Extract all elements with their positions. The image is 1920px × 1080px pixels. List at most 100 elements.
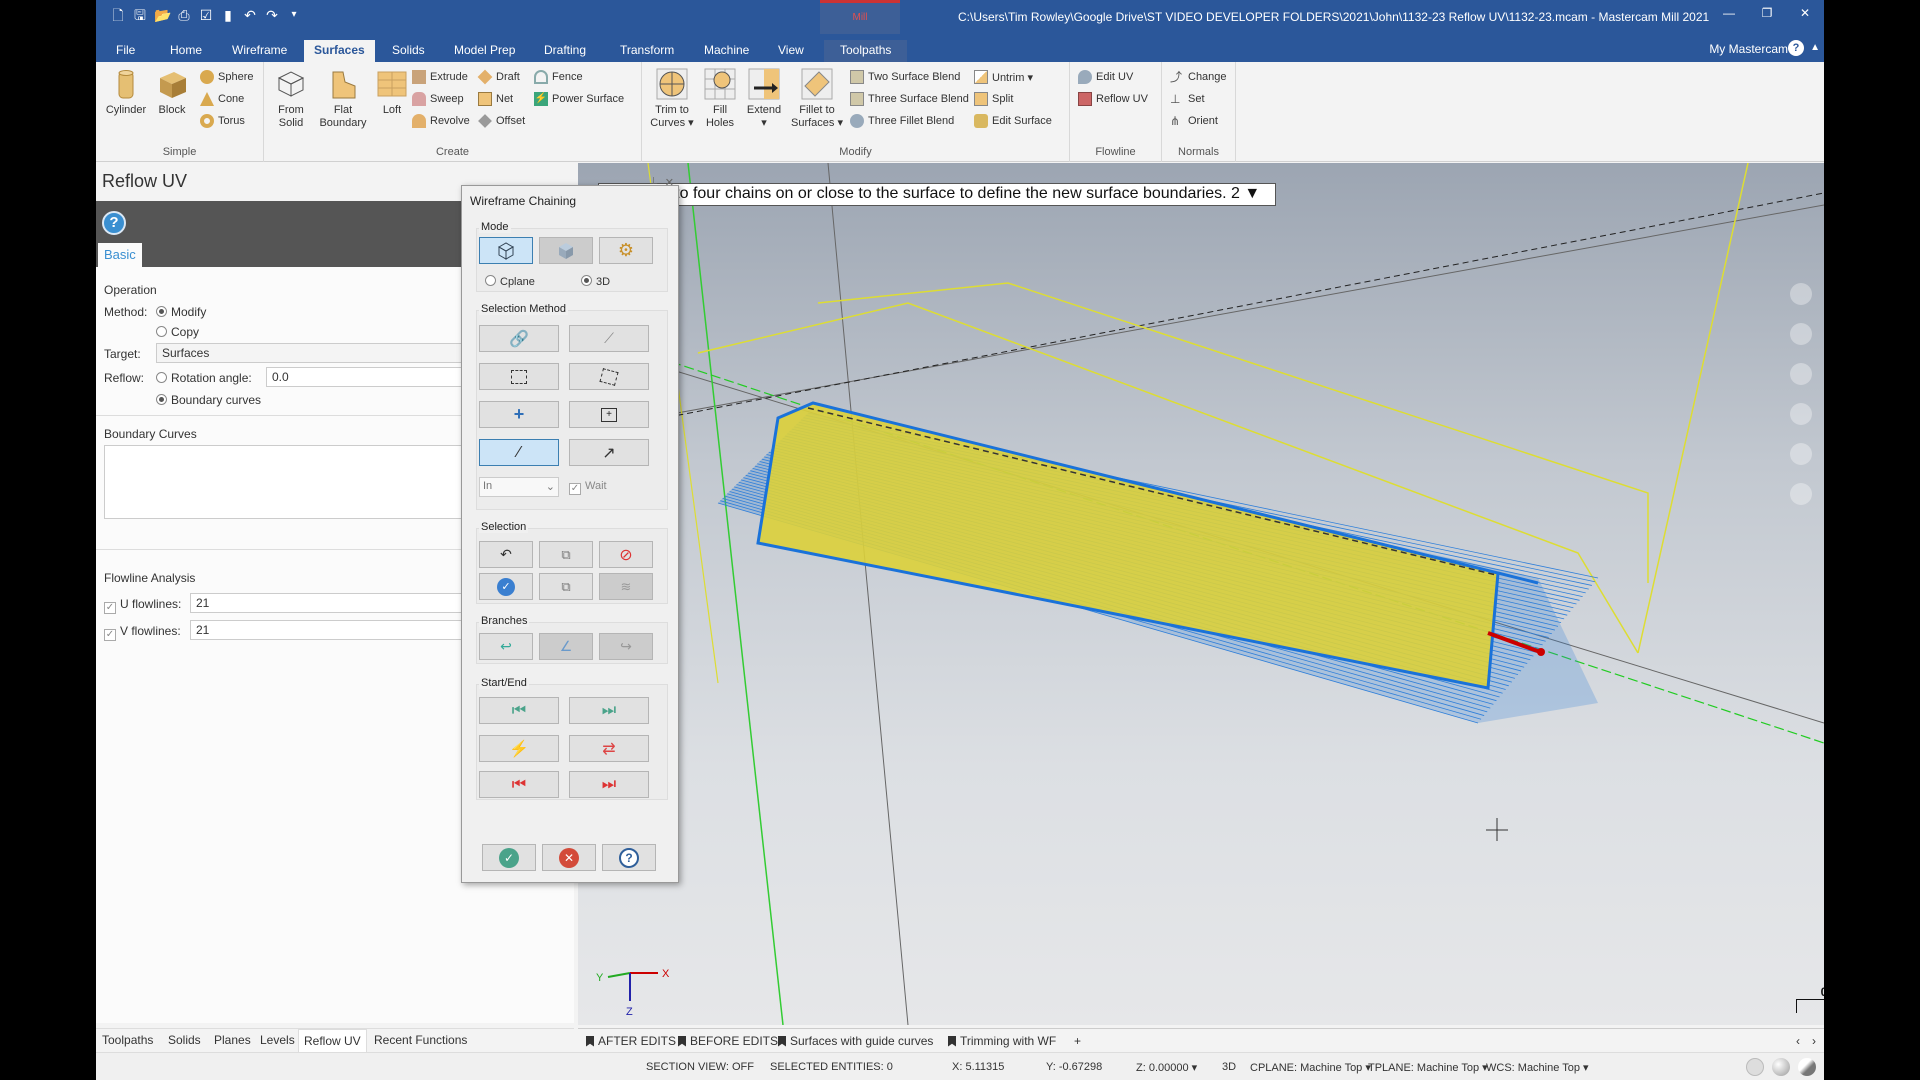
mode-solid-button[interactable] (539, 237, 593, 264)
panel-help-icon[interactable]: ? (102, 211, 126, 235)
3d-mode-toggle[interactable]: 3D (1222, 1061, 1236, 1073)
mode-wireframe-button[interactable] (479, 237, 533, 264)
branch-forward-button[interactable]: ↪ (599, 633, 653, 660)
fit-icon[interactable] (1790, 323, 1812, 345)
revolve-button[interactable]: Revolve (412, 112, 470, 130)
tab-basic[interactable]: Basic (98, 243, 142, 267)
sphere-button[interactable]: Sphere (200, 68, 253, 86)
save-icon[interactable]: 🖫 (132, 7, 148, 23)
fence-button[interactable]: Fence (534, 68, 583, 86)
wait-checkbox[interactable]: ✓ Wait (569, 480, 607, 495)
end-back-button[interactable]: ⏮ (479, 771, 559, 798)
tab-file[interactable]: File (106, 40, 145, 62)
tab-solids[interactable]: Solids (382, 40, 435, 62)
edit-surface-button[interactable]: Edit Surface (974, 112, 1052, 130)
help-icon[interactable]: ? (1788, 40, 1804, 56)
cancel-button[interactable]: ✕ (542, 844, 596, 871)
extend-button[interactable]: Extend ▾ (742, 68, 786, 130)
torus-button[interactable]: Torus (200, 112, 245, 130)
pin-icon[interactable]: ⊥ (649, 176, 658, 187)
extrude-button[interactable]: Extrude (412, 68, 468, 86)
tab-view[interactable]: View (768, 40, 814, 62)
select-last-button[interactable]: ⧉ (539, 573, 593, 600)
graphics-viewport[interactable]: /* placeholder */ X Y Z (578, 163, 1824, 1025)
tab-levels-manager[interactable]: Levels (260, 1033, 295, 1047)
chain-button[interactable]: 🔗 (479, 325, 559, 352)
reset-button[interactable]: ⊘ (599, 541, 653, 568)
two-surface-blend-button[interactable]: Two Surface Blend (850, 68, 960, 86)
z-depth-dropdown[interactable]: Z: 0.00000 ▾ (1136, 1061, 1197, 1074)
tab-transform[interactable]: Transform (610, 40, 684, 62)
scroll-right-icon[interactable]: › (1812, 1034, 1816, 1048)
tplane-dropdown[interactable]: TPLANE: Machine Top ▾ (1368, 1061, 1488, 1074)
view-tab-after-edits[interactable]: AFTER EDITS (586, 1034, 676, 1048)
fillet-to-surfaces-button[interactable]: Fillet to Surfaces ▾ (790, 68, 844, 130)
pan-icon[interactable] (1790, 403, 1812, 425)
end-chain-button[interactable]: ≋ (599, 573, 653, 600)
end-forward-button[interactable]: ⏭ (569, 771, 649, 798)
orient-normals-button[interactable]: ⋔ Orient (1170, 112, 1218, 130)
unselect-all-button[interactable]: ⧉ (539, 541, 593, 568)
change-normals-button[interactable]: ⤴ Change (1170, 68, 1227, 86)
three-fillet-blend-button[interactable]: Three Fillet Blend (850, 112, 954, 130)
open-icon[interactable]: 📂 (154, 7, 171, 23)
method-copy-radio[interactable]: Copy (156, 325, 199, 339)
set-normals-button[interactable]: ⊥ Set (1170, 90, 1205, 108)
tab-model-prep[interactable]: Model Prep (444, 40, 525, 62)
add-selection-button[interactable]: ✓ (479, 573, 533, 600)
offset-button[interactable]: Offset (478, 112, 525, 130)
unselect-button[interactable]: ↶ (479, 541, 533, 568)
dialog-close-icon[interactable]: ✕ (665, 176, 674, 189)
view-tab-trimming-wf[interactable]: Trimming with WF (948, 1034, 1056, 1048)
reverse-button[interactable]: ⇄ (569, 735, 649, 762)
method-modify-radio[interactable]: Modify (156, 305, 206, 319)
restore-button[interactable]: ❐ (1748, 0, 1786, 28)
area-button[interactable]: + (569, 401, 649, 428)
tab-home[interactable]: Home (160, 40, 212, 62)
cone-button[interactable]: Cone (200, 90, 244, 108)
my-mastercam-link[interactable]: My Mastercam (1709, 42, 1788, 56)
measure-icon[interactable] (1790, 483, 1812, 505)
tab-drafting[interactable]: Drafting (534, 40, 596, 62)
branch-angle-button[interactable]: ∠ (539, 633, 593, 660)
draft-button[interactable]: Draft (477, 68, 520, 86)
from-solid-button[interactable]: From Solid (270, 68, 312, 130)
tab-toolpaths-manager[interactable]: Toolpaths (102, 1033, 153, 1047)
save-as-icon[interactable]: ☑ (198, 7, 214, 23)
u-flowlines-checkbox[interactable]: ✓ U flowlines: (104, 597, 181, 614)
cplane-dropdown[interactable]: CPLANE: Machine Top ▾ (1250, 1061, 1371, 1074)
block-button[interactable]: Block (152, 68, 192, 117)
add-view-tab-button[interactable]: + (1074, 1034, 1081, 1048)
ok-button[interactable]: ✓ (482, 844, 536, 871)
sweep-button[interactable]: Sweep (412, 90, 464, 108)
translucency-icon[interactable] (1798, 1058, 1816, 1076)
untrim-button[interactable]: Untrim ▾ (974, 68, 1033, 86)
dynamic-start-button[interactable]: ⚡ (479, 735, 559, 762)
dialog-help-button[interactable]: ? (602, 844, 656, 871)
tab-surfaces[interactable]: Surfaces (304, 40, 375, 62)
3d-radio[interactable]: 3D (581, 275, 610, 288)
bookmark-icon[interactable]: ▮ (220, 7, 236, 23)
vector-button[interactable]: ⁄ (479, 439, 559, 466)
point-button[interactable]: + (479, 401, 559, 428)
close-button[interactable]: ✕ (1786, 0, 1824, 28)
tab-toolpaths[interactable]: Toolpaths (824, 40, 908, 62)
edit-uv-button[interactable]: Edit UV (1078, 68, 1133, 86)
v-flowlines-checkbox[interactable]: ✓ V flowlines: (104, 624, 181, 641)
reflow-uv-button[interactable]: Reflow UV (1078, 90, 1148, 108)
tab-solids-manager[interactable]: Solids (168, 1033, 201, 1047)
split-button[interactable]: Split (974, 90, 1013, 108)
mode-options-button[interactable]: ⚙ (599, 237, 653, 264)
collapse-ribbon-icon[interactable]: ▲ (1810, 42, 1820, 53)
undo-icon[interactable]: ↶ (242, 7, 258, 23)
tab-wireframe[interactable]: Wireframe (222, 40, 297, 62)
customize-qat-icon[interactable]: ▾ (286, 7, 302, 23)
rotate-icon[interactable] (1790, 363, 1812, 385)
view-tab-surfaces-guide[interactable]: Surfaces with guide curves (778, 1034, 933, 1048)
wireframe-shading-icon[interactable] (1746, 1058, 1764, 1076)
trim-to-curves-button[interactable]: Trim to Curves ▾ (648, 68, 696, 130)
loft-button[interactable]: Loft (374, 68, 410, 117)
net-button[interactable]: Net (478, 90, 513, 108)
power-surface-button[interactable]: ⚡ Power Surface (534, 90, 624, 108)
window-button[interactable] (479, 363, 559, 390)
